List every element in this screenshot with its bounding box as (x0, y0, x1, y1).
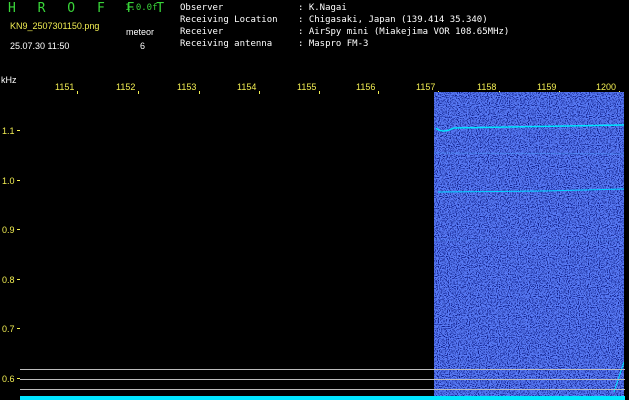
x-tick-1152: 1152 (116, 82, 140, 94)
y-tick-0.9: 0.9 (2, 225, 15, 235)
spectrogram-noise (434, 92, 624, 400)
filename-label: KN9_2507301150.png (10, 21, 100, 31)
receiver-value: : AirSpy mini (Miakejima VOR 108.65MHz) (298, 27, 510, 37)
location-label: Receiving Location (180, 15, 278, 25)
reference-line (20, 389, 625, 390)
antenna-label: Receiving antenna (180, 39, 273, 49)
reference-line (20, 369, 625, 370)
datetime-label: 25.07.30 11:50 (10, 41, 70, 51)
y-tick-0.8: 0.8 (2, 275, 15, 285)
detection-count: 6 (140, 41, 146, 51)
x-tick-1154: 1154 (237, 82, 261, 94)
y-axis-unit: kHz (1, 75, 17, 85)
version-label: 1.0.0f (125, 3, 158, 13)
x-tick-1151: 1151 (55, 82, 79, 94)
x-tick-1153: 1153 (177, 82, 201, 94)
mode-label: meteor (126, 27, 155, 37)
spectrogram-image (434, 92, 624, 400)
y-tick-0.7: 0.7 (2, 324, 15, 334)
hrofft-window: H R O F F T 1.0.0f KN9_2507301150.png me… (0, 0, 629, 400)
receiver-label: Receiver (180, 27, 224, 37)
antenna-value: : Maspro FM-3 (298, 39, 369, 49)
signal-strength-bar (20, 396, 625, 400)
location-value: : Chigasaki, Japan (139.414 35.340) (298, 15, 488, 25)
y-tick-0.6: 0.6 (2, 374, 15, 384)
y-tick-1.1: 1.1 (2, 126, 15, 136)
y-tick-1.0: 1.0 (2, 176, 15, 186)
x-tick-1155: 1155 (297, 82, 321, 94)
observer-value: : K.Nagai (298, 3, 347, 13)
reference-line (20, 379, 625, 380)
observer-label: Observer (180, 3, 224, 13)
x-tick-1156: 1156 (356, 82, 380, 94)
